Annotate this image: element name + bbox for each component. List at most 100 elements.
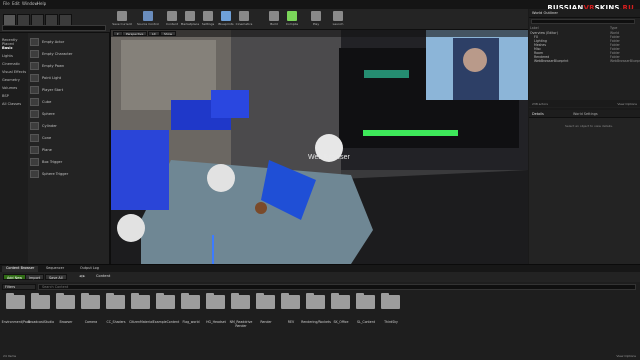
folder-icon: [81, 293, 100, 309]
details-tab[interactable]: Details: [532, 112, 544, 116]
tool-label: Save Current: [112, 22, 132, 26]
asset-cube[interactable]: Cube: [30, 97, 108, 107]
outliner-row-label: WebBrowserBlueprint: [534, 59, 569, 63]
menu-file[interactable]: File: [3, 1, 10, 6]
pawn-icon: [30, 62, 39, 70]
folder-item[interactable]: SL_Content: [354, 293, 378, 327]
source-control-icon: [143, 11, 153, 21]
asset-cylinder[interactable]: Cylinder: [30, 121, 108, 131]
world-settings-tab[interactable]: World Settings: [573, 112, 598, 116]
asset-plane[interactable]: Plane: [30, 145, 108, 155]
folder-item[interactable]: BroadcastStudio: [28, 293, 54, 327]
folder-item[interactable]: Environment/Pack: [2, 293, 30, 327]
folder-item[interactable]: REV: [279, 293, 303, 327]
content-view-options[interactable]: View Options: [616, 354, 636, 358]
content-browser-toolbar: Add New Import Save All ◀ ▶ Content: [0, 272, 640, 282]
modes-panel: Recently Placed Basic Lights Cinematic V…: [0, 33, 110, 264]
save-icon: [117, 11, 127, 21]
folder-item[interactable]: Rendering/Rockets: [301, 293, 331, 327]
asset-box-trigger[interactable]: Box Trigger: [30, 157, 108, 167]
play-button[interactable]: Play: [308, 10, 324, 28]
items-count: 24 items: [3, 354, 17, 358]
asset-empty-character[interactable]: Empty Character: [30, 49, 108, 59]
category-lights[interactable]: Lights: [2, 54, 13, 58]
outliner-search-input[interactable]: [531, 19, 635, 24]
menu-help[interactable]: Help: [37, 1, 46, 6]
add-new-button[interactable]: Add New: [3, 274, 27, 280]
asset-cone[interactable]: Cone: [30, 133, 108, 143]
asset-label: Point Light: [42, 76, 62, 80]
content-icon: [167, 11, 177, 21]
asset-player-start[interactable]: Player Start: [30, 85, 108, 95]
show-tab[interactable]: Show: [160, 31, 177, 36]
viewport-toolbar: ▾ Perspective Lit Show: [111, 30, 528, 37]
outliner-row[interactable]: WebBrowserBlueprint WebBrowserBlueprint: [534, 59, 640, 63]
tool-label: Launch: [332, 22, 344, 26]
asset-sphere[interactable]: Sphere: [30, 109, 108, 119]
import-button[interactable]: Import: [25, 274, 45, 280]
folder-icon: [56, 293, 75, 309]
cone-icon: [30, 134, 39, 142]
folder-item[interactable]: ThirdSky: [379, 293, 403, 327]
folder-item[interactable]: ExampleContent: [153, 293, 179, 327]
sphere-icon: [30, 110, 39, 118]
box-trigger-icon: [30, 158, 39, 166]
launch-button[interactable]: Launch: [330, 10, 346, 28]
folder-item[interactable]: Camera: [79, 293, 103, 327]
folder-icon: [331, 293, 350, 309]
outliner-view-options[interactable]: View Options: [617, 102, 637, 106]
blueprint-icon: [221, 11, 231, 21]
asset-sphere-trigger[interactable]: Sphere Trigger: [30, 169, 108, 179]
folder-item[interactable]: CitizenMaterial: [129, 293, 153, 327]
cinematics-button[interactable]: Cinematics: [236, 10, 252, 28]
compile-button[interactable]: Compile: [284, 10, 300, 28]
tool-label: Source Control: [136, 22, 160, 26]
save-current-button[interactable]: Save Current: [112, 10, 132, 28]
asset-label: Sphere Trigger: [42, 172, 69, 176]
perspective-tab[interactable]: Perspective: [122, 31, 148, 36]
back-icon[interactable]: ◀ ▶: [79, 274, 85, 278]
asset-empty-actor[interactable]: Empty Actor: [30, 37, 108, 47]
asset-label: Player Start: [42, 88, 64, 92]
world-outliner: Label Type Overview (Editor) World FX Fold…: [529, 18, 640, 108]
save-all-button[interactable]: Save All: [45, 274, 67, 280]
asset-label: Cone: [42, 136, 52, 140]
category-bsp[interactable]: BSP: [2, 94, 9, 98]
level-viewport[interactable]: ▾ Perspective Lit Show Web Browser: [110, 30, 528, 264]
folder-icon: [356, 293, 375, 309]
clapper-icon: [239, 11, 249, 21]
gear-icon: [203, 11, 213, 21]
folder-item[interactable]: Browser: [54, 293, 78, 327]
path-breadcrumb[interactable]: Content: [96, 274, 110, 278]
asset-empty-pawn[interactable]: Empty Pawn: [30, 61, 108, 71]
source-control-button[interactable]: Source Control: [137, 10, 159, 28]
menu-window[interactable]: Window: [22, 1, 38, 6]
category-recently-placed[interactable]: Recently Placed: [2, 38, 28, 46]
filters-button[interactable]: Filters: [2, 284, 36, 290]
category-cinematic[interactable]: Cinematic: [2, 62, 20, 66]
asset-point-light[interactable]: Point Light: [30, 73, 108, 83]
folder-icon: [306, 293, 325, 309]
category-visual-effects[interactable]: Visual Effects: [2, 70, 26, 74]
main-toolbar: Save Current Source Control Content Mark…: [110, 9, 528, 30]
category-all-classes[interactable]: All Classes: [2, 102, 21, 106]
menu-bar: File Edit Window Help: [0, 0, 640, 9]
folder-item[interactable]: NM_Readdrive Render: [229, 293, 253, 328]
launch-icon: [333, 11, 343, 21]
menu-edit[interactable]: Edit: [12, 1, 20, 6]
category-volumes[interactable]: Volumes: [2, 86, 17, 90]
folder-item[interactable]: Render: [254, 293, 278, 327]
lit-tab[interactable]: Lit: [148, 31, 160, 36]
folder-item[interactable]: HG_Headset: [204, 293, 228, 327]
folder-item[interactable]: Flag_world: [179, 293, 203, 327]
folder-label: ThirdSky: [384, 320, 398, 324]
category-geometry[interactable]: Geometry: [2, 78, 20, 82]
asset-label: Box Trigger: [42, 160, 63, 164]
cube-icon: [30, 98, 39, 106]
folder-icon: [106, 293, 125, 309]
category-basic[interactable]: Basic: [2, 46, 13, 50]
folder-item[interactable]: CC_Shaders: [104, 293, 128, 327]
content-search-input[interactable]: Search Content: [38, 284, 636, 290]
folder-item[interactable]: SK_Office: [329, 293, 353, 327]
modes-search-input[interactable]: [2, 25, 106, 31]
